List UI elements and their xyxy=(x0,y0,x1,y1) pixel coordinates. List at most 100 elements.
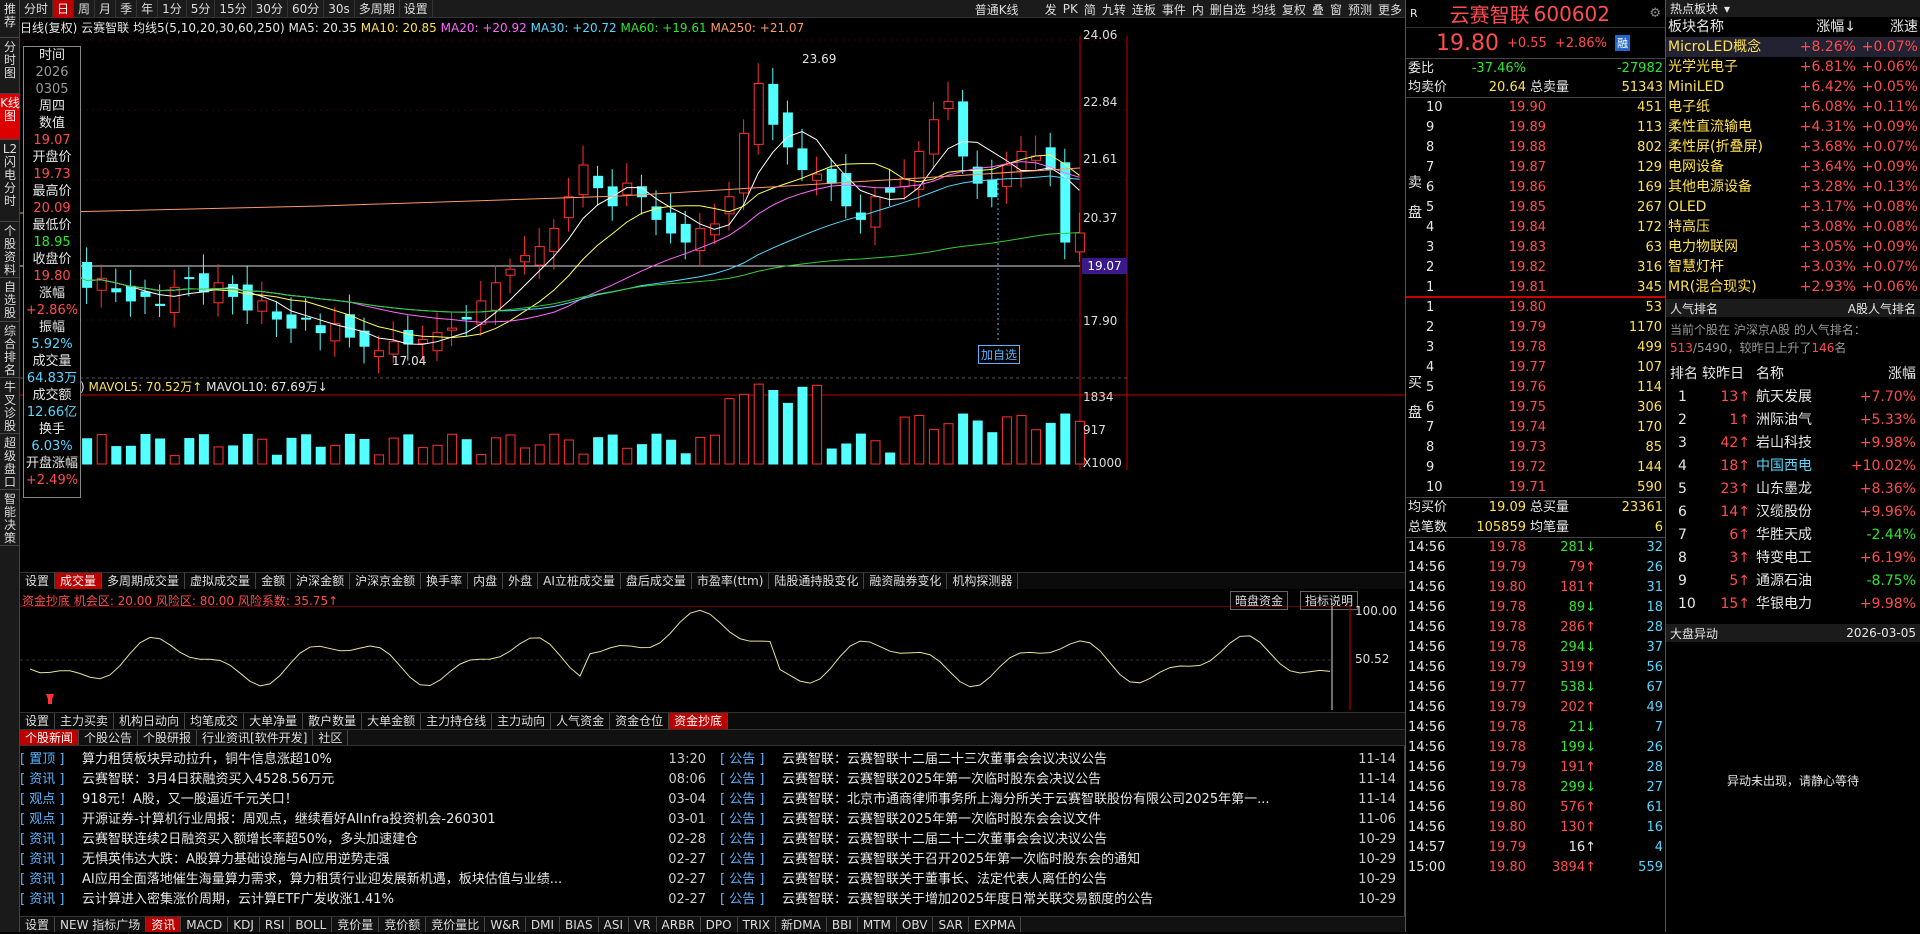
sell-level[interactable]: 10 19.90 451 xyxy=(1426,98,1664,118)
ind-tab-5[interactable]: 散户数量 xyxy=(303,713,363,729)
tool-send[interactable]: 发 xyxy=(1042,1,1060,18)
vol-tab-1[interactable]: 成交量 xyxy=(55,573,103,589)
tool-overlay[interactable]: 叠 xyxy=(1309,1,1327,18)
news-item[interactable]: [ 公告 ] 云赛智联：云赛智联关于董事长、法定代表人离任的公告 10-29 xyxy=(720,870,1400,890)
news-item[interactable]: [ 公告 ] 云赛智联：云赛智联关于增加2025年度日常关联交易额度的公告 10-2… xyxy=(720,890,1400,910)
vtab-super-panel[interactable]: 超级盘口 xyxy=(0,434,20,490)
add-watch-button[interactable]: 加自选 xyxy=(978,345,1021,364)
news-title[interactable]: 云赛智联：北京市通商律师事务所上海分所关于云赛智联股份有限公司2025年第一..… xyxy=(782,790,1340,810)
sell-level[interactable]: 2 19.82 316 xyxy=(1426,258,1664,278)
period-60min[interactable]: 60分 xyxy=(288,0,325,18)
sector-row[interactable]: 电力物联网 +3.05% +0.09% xyxy=(1666,237,1920,257)
news-item[interactable]: [ 资讯 ] 无惧英伟达大跌：A股算力基础设施与AI应用逆势走强 02-27 xyxy=(20,850,710,870)
sector-row[interactable]: 光学光电子 +6.81% +0.06% xyxy=(1666,57,1920,77)
vtab-recommend[interactable]: 推荐 xyxy=(0,0,20,38)
sell-level[interactable]: 5 19.85 267 xyxy=(1426,198,1664,218)
bottom-tab-16[interactable]: DPO xyxy=(701,917,738,932)
vtab-kline[interactable]: K线图 xyxy=(0,94,20,140)
buy-level[interactable]: 9 19.72 144 xyxy=(1426,458,1664,478)
vol-tab-13[interactable]: 陆股通持股变化 xyxy=(769,573,865,589)
bottom-tab-9[interactable]: 竞价量比 xyxy=(426,917,486,932)
popularity-list[interactable]: 1 13↑ 航天发展 +7.70% 2 1↑ 洲际油气 +5.33% 3 42↑ 岩山科技 +9.98… xyxy=(1666,386,1920,616)
buy-level[interactable]: 1 19.80 53 xyxy=(1426,298,1664,318)
kline-chart-area[interactable]: 日线(复权) 云赛智联 均线5(5,10,20,30,60,250) MA5: … xyxy=(20,18,1405,470)
bottom-tab-19[interactable]: BBI xyxy=(827,917,858,932)
bottom-tab-20[interactable]: MTM xyxy=(858,917,897,932)
tool-jiuzhuan[interactable]: 九转 xyxy=(1099,1,1129,18)
bottom-tab-18[interactable]: 新DMA xyxy=(776,917,827,932)
sell-level[interactable]: 3 19.83 63 xyxy=(1426,238,1664,258)
news-item[interactable]: [ 公告 ] 云赛智联：云赛智联2025年第一次临时股东会决议公告 11-14 xyxy=(720,770,1400,790)
tool-lianban[interactable]: 连板 xyxy=(1129,1,1159,18)
ind-tab-11[interactable]: 资金抄底 xyxy=(669,713,729,729)
bottom-tab-10[interactable]: W&R xyxy=(485,917,526,932)
news-title[interactable]: 云计算进入密集涨价周期，云计算ETF广发收涨1.41% xyxy=(82,890,650,910)
period-year[interactable]: 年 xyxy=(137,0,159,18)
tool-remove-watch[interactable]: 删自选 xyxy=(1207,1,1249,18)
popularity-row[interactable]: 7 6↑ 华胜天成 -2.44% xyxy=(1666,524,1920,547)
tool-adjust[interactable]: 复权 xyxy=(1279,1,1309,18)
bottom-tab-23[interactable]: EXPMA xyxy=(969,917,1022,932)
vtab-watchlist[interactable]: 自选股 xyxy=(0,278,20,322)
sell-level[interactable]: 7 19.87 129 xyxy=(1426,158,1664,178)
sell-level[interactable]: 9 19.89 113 xyxy=(1426,118,1664,138)
ind-tab-1[interactable]: 主力买卖 xyxy=(55,713,115,729)
news-tab-2[interactable]: 个股研报 xyxy=(138,730,198,745)
vol-tab-10[interactable]: AI立桩成交量 xyxy=(538,573,621,589)
sector-row[interactable]: MR(混合现实) +2.93% +0.06% xyxy=(1666,277,1920,297)
buy-level[interactable]: 8 19.73 85 xyxy=(1426,438,1664,458)
tool-simple[interactable]: 简 xyxy=(1081,1,1099,18)
sell-level[interactable]: 1 19.81 345 xyxy=(1426,278,1664,298)
period-30s[interactable]: 30s xyxy=(324,0,355,18)
bottom-tab-4[interactable]: KDJ xyxy=(228,917,260,932)
vtab-l2-flash[interactable]: L2闪电分时 xyxy=(0,140,20,222)
bottom-tab-17[interactable]: TRIX xyxy=(738,917,777,932)
buy-level[interactable]: 6 19.75 306 xyxy=(1426,398,1664,418)
bottom-tab-11[interactable]: DMI xyxy=(526,917,561,932)
news-item[interactable]: [ 资讯 ] AI应用全面落地催生海量算力需求，算力租赁行业迎发展新机遇，板块估值… xyxy=(20,870,710,890)
ind-tab-3[interactable]: 均笔成交 xyxy=(185,713,245,729)
buy-level[interactable]: 7 19.74 170 xyxy=(1426,418,1664,438)
news-title[interactable]: 云赛智联：云赛智联关于增加2025年度日常关联交易额度的公告 xyxy=(782,890,1340,910)
tool-predict[interactable]: 预测 xyxy=(1345,1,1375,18)
news-item[interactable]: [ 公告 ] 云赛智联：云赛智联2025年第一次临时股东会会议文件 11-06 xyxy=(720,810,1400,830)
vol-tab-7[interactable]: 换手率 xyxy=(421,573,469,589)
ind-tab-2[interactable]: 机构日动向 xyxy=(114,713,186,729)
bottom-tab-15[interactable]: ARBR xyxy=(657,917,701,932)
bottom-tab-21[interactable]: OBV xyxy=(897,917,934,932)
sector-row[interactable]: 其他电源设备 +3.28% +0.13% xyxy=(1666,177,1920,197)
news-tab-0[interactable]: 个股新闻 xyxy=(20,730,80,745)
period-settings[interactable]: 设置 xyxy=(400,0,433,18)
vtab-smart-decision[interactable]: 智能决策 xyxy=(0,490,20,546)
tool-pk[interactable]: PK xyxy=(1060,2,1081,16)
sell-level[interactable]: 4 19.84 172 xyxy=(1426,218,1664,238)
vol-tab-5[interactable]: 沪深金额 xyxy=(291,573,351,589)
vol-tab-6[interactable]: 沪深京金额 xyxy=(350,573,422,589)
period-intraday[interactable]: 分时 xyxy=(20,0,54,18)
ind-tab-10[interactable]: 资金仓位 xyxy=(610,713,670,729)
sector-row[interactable]: 特高压 +3.08% +0.08% xyxy=(1666,217,1920,237)
sector-row[interactable]: 电子纸 +6.08% +0.11% xyxy=(1666,97,1920,117)
ind-tab-4[interactable]: 大单净量 xyxy=(244,713,304,729)
sector-row[interactable]: OLED +3.17% +0.08% xyxy=(1666,197,1920,217)
news-item[interactable]: [ 资讯 ] 云赛智联：3月4日获融资买入4528.56万元 08:06 xyxy=(20,770,710,790)
period-30min[interactable]: 30分 xyxy=(252,0,288,18)
news-title[interactable]: 云赛智联：云赛智联十二届二十三次董事会会议决议公告 xyxy=(782,750,1340,770)
news-item[interactable]: [ 公告 ] 云赛智联：北京市通商律师事务所上海分所关于云赛智联股份有限公司202… xyxy=(720,790,1400,810)
news-item[interactable]: [ 资讯 ] 云赛智联连续2日融资买入额增长率超50%，多头加速建仓 02-28 xyxy=(20,830,710,850)
bottom-tab-6[interactable]: BOLL xyxy=(290,917,333,932)
news-title[interactable]: 云赛智联：云赛智联2025年第一次临时股东会决议公告 xyxy=(782,770,1340,790)
bottom-tab-3[interactable]: MACD xyxy=(181,917,229,932)
period-5min[interactable]: 5分 xyxy=(187,0,216,18)
bottom-tab-0[interactable]: 设置 xyxy=(20,917,56,932)
popularity-row[interactable]: 2 1↑ 洲际油气 +5.33% xyxy=(1666,409,1920,432)
kline-type-select[interactable]: 普通K线 xyxy=(972,1,1042,18)
sector-row[interactable]: 智慧灯杆 +3.03% +0.07% xyxy=(1666,257,1920,277)
buy-level[interactable]: 5 19.76 114 xyxy=(1426,378,1664,398)
period-day[interactable]: 日 xyxy=(53,0,75,18)
bottom-tab-13[interactable]: ASI xyxy=(599,917,629,932)
tool-ma[interactable]: 均线 xyxy=(1249,1,1279,18)
popularity-row[interactable]: 4 18↑ 中国西电 +10.02% xyxy=(1666,455,1920,478)
sector-row[interactable]: MiniLED +6.42% +0.05% xyxy=(1666,77,1920,97)
news-title[interactable]: 云赛智联：3月4日获融资买入4528.56万元 xyxy=(82,770,650,790)
